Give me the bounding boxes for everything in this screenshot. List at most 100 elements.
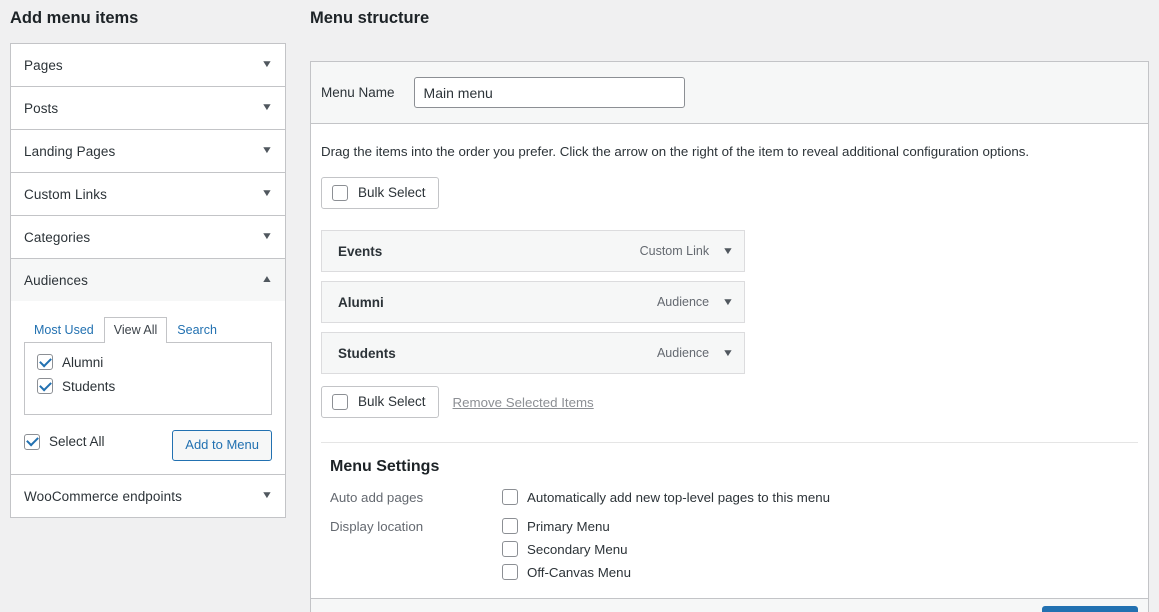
checkbox-icon[interactable] bbox=[332, 185, 348, 201]
menu-item-type: Audience bbox=[656, 295, 710, 309]
accordion-section-pages: Pages ▼ bbox=[11, 44, 285, 87]
menu-item-type: Audience bbox=[656, 346, 710, 360]
display-location-option-off-canvas[interactable]: Off-Canvas Menu bbox=[502, 564, 1138, 580]
tab-view-all[interactable]: View All bbox=[103, 317, 168, 343]
chevron-down-icon[interactable]: ▼ bbox=[261, 146, 273, 156]
bulk-select-top-wrap: Bulk Select bbox=[321, 177, 1138, 209]
accordion-label-pages: Pages bbox=[24, 57, 63, 73]
menu-item-title: Alumni bbox=[338, 294, 384, 310]
chevron-down-icon[interactable]: ▼ bbox=[261, 232, 273, 242]
menu-settings-title: Menu Settings bbox=[330, 458, 440, 475]
checkbox-icon[interactable] bbox=[502, 489, 518, 505]
menu-name-input[interactable] bbox=[413, 77, 685, 108]
bulk-actions-row: Bulk Select Remove Selected Items bbox=[321, 386, 1138, 418]
accordion-header-custom-links[interactable]: Custom Links ▼ bbox=[11, 173, 285, 215]
bulk-select-bottom-label: Bulk Select bbox=[358, 394, 426, 409]
menu-name-row: Menu Name bbox=[311, 62, 1148, 124]
menu-item-row[interactable]: Events Custom Link ▼ bbox=[321, 230, 745, 272]
chevron-up-icon[interactable]: ▲ bbox=[261, 275, 273, 285]
checkbox-icon[interactable] bbox=[332, 394, 348, 410]
drag-hint-text: Drag the items into the order you prefer… bbox=[321, 144, 1030, 159]
select-all-label: Select All bbox=[49, 434, 105, 449]
chevron-down-icon[interactable]: ▼ bbox=[261, 103, 273, 113]
chevron-down-icon[interactable]: ▼ bbox=[722, 246, 734, 257]
display-location-label: Display location bbox=[330, 519, 424, 534]
accordion-section-posts: Posts ▼ bbox=[11, 87, 285, 130]
auto-add-pages-row: Auto add pages Automatically add new top… bbox=[321, 489, 1138, 505]
accordion-section-audiences: Audiences ▲ Most Used View All Search Al… bbox=[11, 259, 285, 475]
checkbox-icon[interactable] bbox=[37, 354, 53, 370]
auto-add-pages-label: Auto add pages bbox=[330, 490, 424, 505]
menu-item-type: Custom Link bbox=[639, 244, 710, 258]
audiences-panel: Most Used View All Search Alumni Student… bbox=[11, 301, 285, 474]
accordion-label-custom-links: Custom Links bbox=[24, 186, 107, 202]
accordion-section-woocommerce-endpoints: WooCommerce endpoints ▼ bbox=[11, 475, 285, 517]
bulk-select-top-button[interactable]: Bulk Select bbox=[321, 177, 439, 209]
checkbox-icon[interactable] bbox=[502, 564, 518, 580]
chevron-down-icon[interactable]: ▼ bbox=[722, 297, 734, 308]
checkbox-icon[interactable] bbox=[37, 378, 53, 394]
menu-item-title: Students bbox=[338, 345, 396, 361]
accordion-header-woocommerce-endpoints[interactable]: WooCommerce endpoints ▼ bbox=[11, 475, 285, 517]
bulk-select-bottom-button[interactable]: Bulk Select bbox=[321, 386, 439, 418]
select-all-toggle[interactable]: Select All bbox=[24, 433, 105, 450]
accordion-label-categories: Categories bbox=[24, 229, 91, 245]
checkbox-icon[interactable] bbox=[502, 518, 518, 534]
display-location-option-label: Off-Canvas Menu bbox=[527, 564, 631, 580]
remove-selected-items-link[interactable]: Remove Selected Items bbox=[453, 395, 594, 410]
accordion-label-landing-pages: Landing Pages bbox=[24, 143, 116, 159]
settings-divider bbox=[321, 442, 1138, 443]
add-to-menu-button[interactable]: Add to Menu bbox=[172, 430, 272, 461]
auto-add-pages-options: Automatically add new top-level pages to… bbox=[502, 489, 1138, 505]
accordion-header-categories[interactable]: Categories ▼ bbox=[11, 216, 285, 258]
menus-screen: Add menu items Pages ▼ Posts ▼ Landing P… bbox=[0, 0, 1159, 612]
accordion-label-woocommerce-endpoints: WooCommerce endpoints bbox=[24, 488, 182, 504]
accordion-header-audiences[interactable]: Audiences ▲ bbox=[11, 259, 285, 301]
menu-item-row[interactable]: Students Audience ▼ bbox=[321, 332, 745, 374]
bulk-select-top-label: Bulk Select bbox=[358, 185, 426, 200]
add-menu-items-accordion: Pages ▼ Posts ▼ Landing Pages ▼ Custom L… bbox=[10, 43, 286, 518]
audiences-actions: Select All Add to Menu bbox=[24, 430, 272, 461]
menu-item-row[interactable]: Alumni Audience ▼ bbox=[321, 281, 745, 323]
accordion-label-posts: Posts bbox=[24, 100, 59, 116]
accordion-header-landing-pages[interactable]: Landing Pages ▼ bbox=[11, 130, 285, 172]
accordion-label-audiences: Audiences bbox=[24, 272, 88, 288]
audiences-view-all-panel: Alumni Students bbox=[24, 343, 272, 415]
tab-most-used[interactable]: Most Used bbox=[24, 317, 104, 343]
menu-structure-title: Menu structure bbox=[310, 9, 430, 27]
audience-option-alumni[interactable]: Alumni bbox=[37, 354, 259, 370]
audiences-tabs: Most Used View All Search bbox=[24, 317, 272, 343]
menu-name-label: Menu Name bbox=[321, 85, 395, 100]
accordion-header-pages[interactable]: Pages ▼ bbox=[11, 44, 285, 86]
menu-item-title: Events bbox=[338, 243, 383, 259]
add-menu-items-column: Add menu items Pages ▼ Posts ▼ Landing P… bbox=[0, 0, 296, 612]
chevron-down-icon[interactable]: ▼ bbox=[261, 60, 273, 70]
chevron-down-icon[interactable]: ▼ bbox=[261, 189, 273, 199]
chevron-down-icon[interactable]: ▼ bbox=[722, 348, 734, 359]
menu-structure-body: Drag the items into the order you prefer… bbox=[311, 124, 1148, 580]
auto-add-pages-option-label: Automatically add new top-level pages to… bbox=[527, 489, 831, 505]
display-location-option-secondary[interactable]: Secondary Menu bbox=[502, 541, 1138, 557]
accordion-section-landing-pages: Landing Pages ▼ bbox=[11, 130, 285, 173]
audience-option-students[interactable]: Students bbox=[37, 378, 259, 394]
menu-items-list: Events Custom Link ▼ Alumni Audience ▼ S… bbox=[321, 230, 1138, 374]
tab-search[interactable]: Search bbox=[167, 317, 227, 343]
chevron-down-icon[interactable]: ▼ bbox=[261, 491, 273, 501]
accordion-header-posts[interactable]: Posts ▼ bbox=[11, 87, 285, 129]
audience-option-label: Alumni bbox=[62, 354, 104, 370]
checkbox-icon[interactable] bbox=[502, 541, 518, 557]
menu-structure-panel: Menu Name Drag the items into the order … bbox=[310, 61, 1149, 612]
display-location-option-primary[interactable]: Primary Menu bbox=[502, 518, 1138, 534]
auto-add-pages-option[interactable]: Automatically add new top-level pages to… bbox=[502, 489, 1138, 505]
audience-option-label: Students bbox=[62, 378, 116, 394]
accordion-section-custom-links: Custom Links ▼ bbox=[11, 173, 285, 216]
save-menu-button[interactable]: Save Menu bbox=[1041, 605, 1138, 612]
menu-structure-column: Menu structure Menu Name Drag the items … bbox=[310, 0, 1150, 612]
display-location-row: Display location Primary Menu Secondary … bbox=[321, 518, 1138, 580]
checkbox-icon[interactable] bbox=[24, 433, 40, 450]
add-menu-items-title: Add menu items bbox=[10, 9, 139, 27]
accordion-section-categories: Categories ▼ bbox=[11, 216, 285, 259]
display-location-options: Primary Menu Secondary Menu Off-Canvas M… bbox=[502, 518, 1138, 580]
menu-panel-footer: Delete Menu Save Menu bbox=[311, 598, 1148, 612]
display-location-option-label: Secondary Menu bbox=[527, 541, 628, 557]
